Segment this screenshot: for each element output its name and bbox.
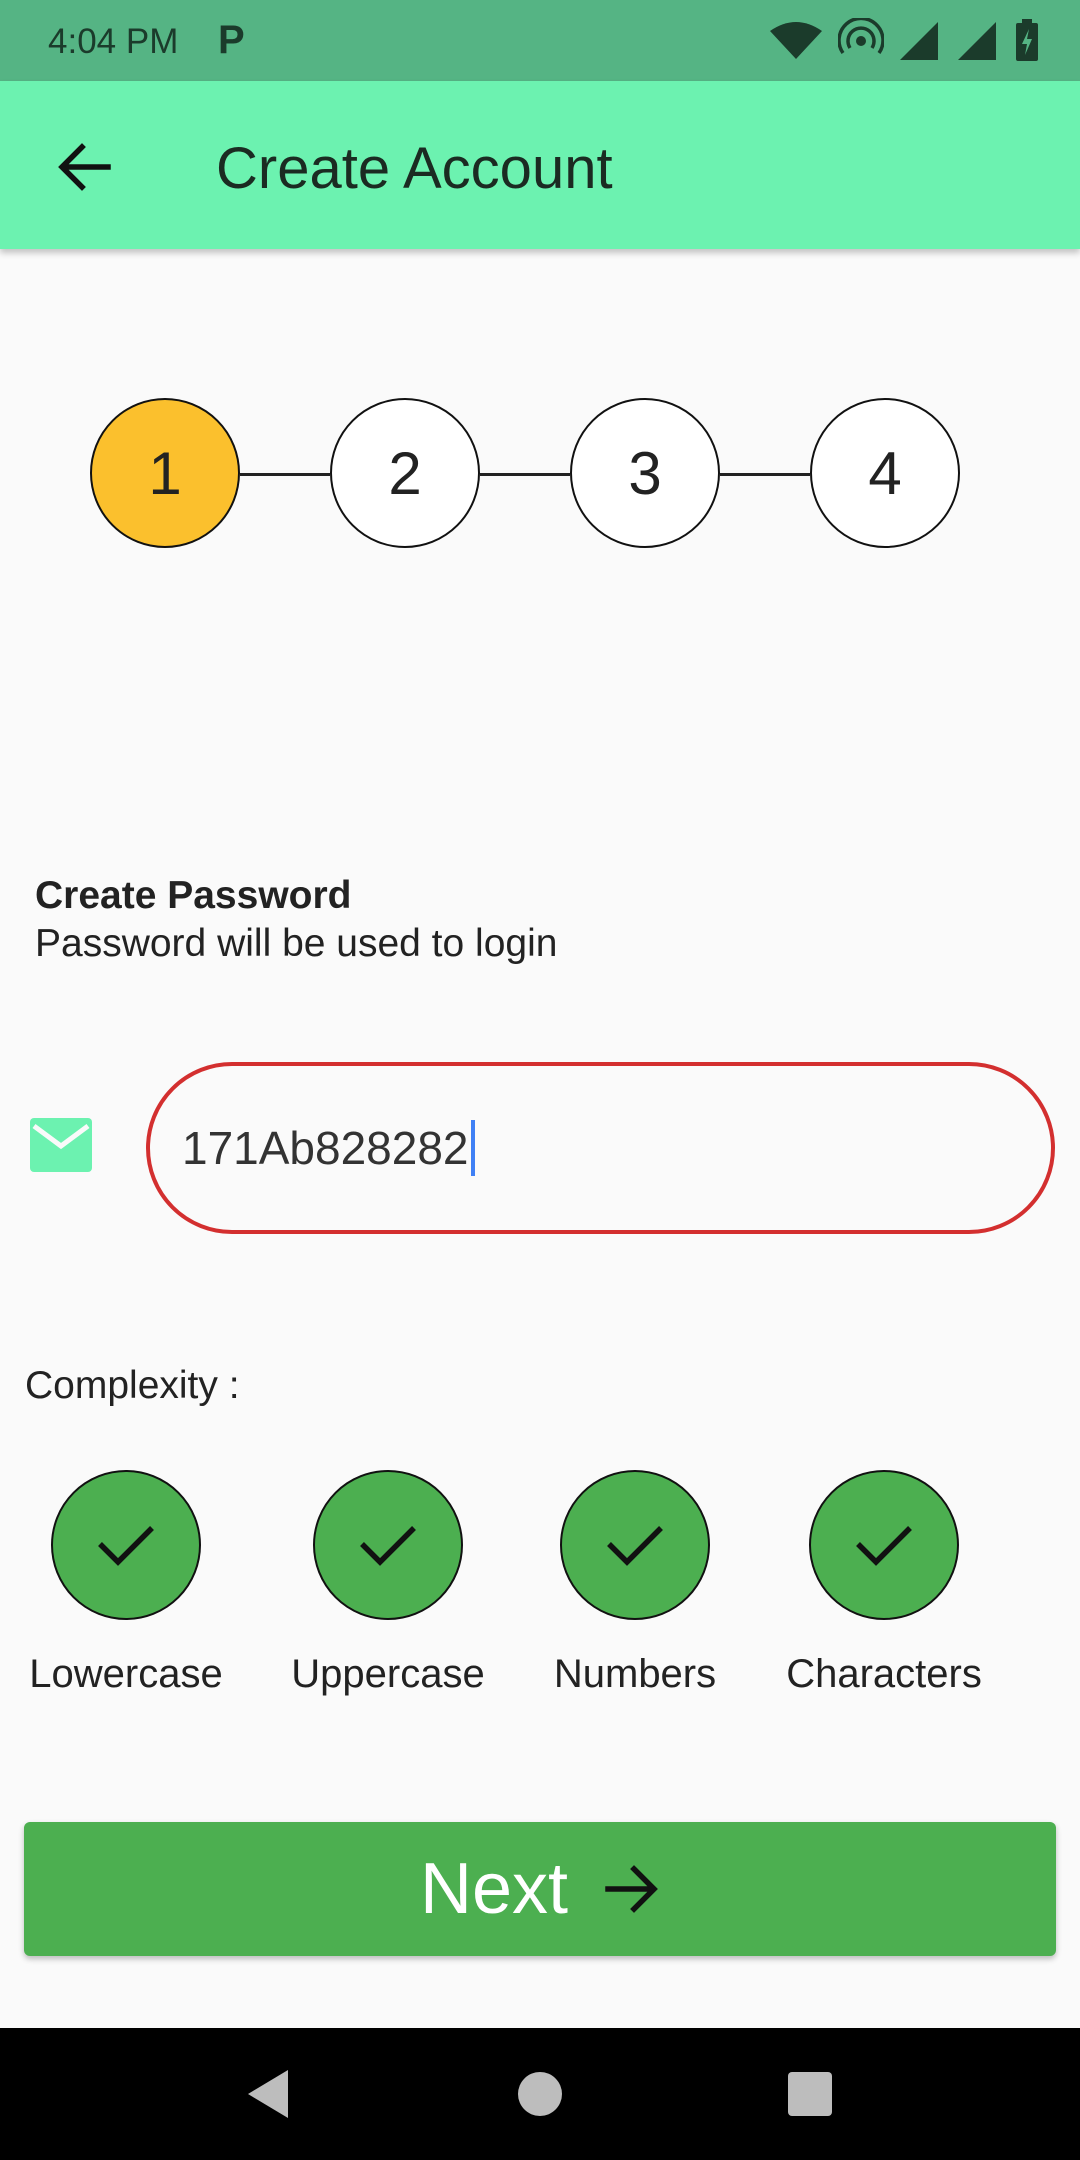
check-circle xyxy=(809,1470,959,1620)
section-subtitle: Password will be used to login xyxy=(35,922,558,965)
next-button[interactable]: Next xyxy=(24,1822,1056,1956)
complexity-label: Complexity : xyxy=(25,1364,240,1407)
back-button[interactable] xyxy=(48,131,120,203)
step-connector xyxy=(480,473,570,476)
signal-icon xyxy=(900,22,938,60)
app-bar: Create Account xyxy=(0,81,1080,249)
wifi-icon xyxy=(770,22,822,59)
step-1: 1 xyxy=(90,398,240,548)
nav-recents-button[interactable] xyxy=(780,2064,840,2124)
check-circle xyxy=(51,1470,201,1620)
complexity-item-uppercase: Uppercase xyxy=(268,1470,508,1697)
home-circle-icon xyxy=(518,2072,562,2116)
arrow-left-icon xyxy=(58,143,111,191)
hotspot-icon xyxy=(838,18,884,55)
mail-icon xyxy=(30,1118,92,1172)
password-input[interactable]: 171Ab828282 xyxy=(146,1062,1055,1234)
next-button-label: Next xyxy=(419,1849,569,1929)
signal-roaming-icon xyxy=(958,22,996,60)
status-icons xyxy=(768,16,1040,66)
app-notification-icon: P xyxy=(218,18,245,62)
checkmark-icon xyxy=(856,1526,912,1566)
complexity-item-numbers: Numbers xyxy=(515,1470,755,1697)
step-connector xyxy=(240,473,330,476)
recents-square-icon xyxy=(788,2072,832,2116)
back-triangle-icon xyxy=(248,2070,288,2118)
status-bar: 4:04 PM P xyxy=(0,0,1080,81)
checkmark-icon xyxy=(98,1526,154,1566)
check-circle xyxy=(560,1470,710,1620)
complexity-label-uppercase: Uppercase xyxy=(291,1652,485,1696)
complexity-label-numbers: Numbers xyxy=(553,1652,717,1696)
nav-back-button[interactable] xyxy=(238,2064,298,2124)
arrow-right-icon xyxy=(605,1865,658,1913)
step-3: 3 xyxy=(570,398,720,548)
system-nav-bar xyxy=(0,2028,1080,2160)
complexity-item-lowercase: Lowercase xyxy=(6,1470,246,1697)
checkmark-icon xyxy=(607,1526,663,1566)
page-title: Create Account xyxy=(216,136,613,201)
check-circle xyxy=(313,1470,463,1620)
battery-charging-icon xyxy=(1016,19,1038,61)
status-time: 4:04 PM xyxy=(48,22,179,61)
complexity-item-characters: Characters xyxy=(764,1470,1004,1697)
text-cursor xyxy=(470,1120,475,1176)
screen: 4:04 PM P Create Account 1 2 3 4 Create … xyxy=(0,0,1080,2160)
step-4: 4 xyxy=(810,398,960,548)
step-connector xyxy=(720,473,810,476)
nav-home-button[interactable] xyxy=(510,2064,570,2124)
complexity-label-lowercase: Lowercase xyxy=(29,1652,223,1696)
section-title: Create Password xyxy=(35,874,352,917)
complexity-label-characters: Characters xyxy=(786,1652,982,1696)
stepper: 1 2 3 4 xyxy=(90,398,960,548)
checkmark-icon xyxy=(360,1526,416,1566)
password-value: 171Ab828282 xyxy=(182,1122,469,1174)
step-2: 2 xyxy=(330,398,480,548)
